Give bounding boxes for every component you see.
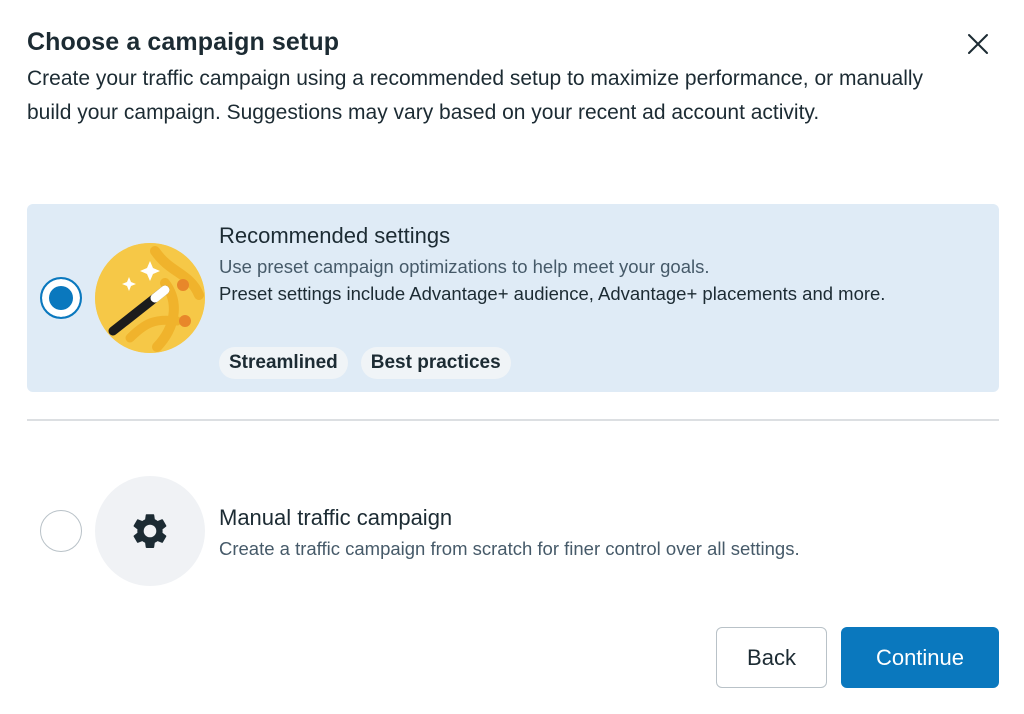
- close-icon: [968, 34, 988, 54]
- tag-best-practices: Best practices: [360, 347, 511, 379]
- option-title: Manual traffic campaign: [219, 505, 453, 530]
- back-button[interactable]: Back: [716, 627, 827, 688]
- gear-icon: [95, 476, 205, 586]
- dialog-description: Create your traffic campaign using a rec…: [27, 67, 924, 124]
- option-description: Use preset campaign optimizations to hel…: [219, 256, 710, 277]
- campaign-setup-dialog: Choose a campaign setup Create your traf…: [0, 0, 1024, 714]
- radio-manual-traffic-campaign[interactable]: [40, 510, 82, 552]
- radio-recommended-settings[interactable]: [40, 277, 82, 319]
- option-tags: Streamlined Best practices: [219, 347, 511, 379]
- continue-button[interactable]: Continue: [841, 627, 999, 688]
- close-button[interactable]: [960, 26, 996, 62]
- option-manual-traffic-campaign[interactable]: Manual traffic campaign Create a traffic…: [27, 466, 999, 596]
- tag-streamlined: Streamlined: [219, 347, 348, 379]
- divider: [27, 419, 999, 421]
- magic-wand-icon: [95, 243, 205, 353]
- option-title: Recommended settings: [219, 223, 451, 248]
- option-recommended-settings[interactable]: Recommended settings Use preset campaign…: [27, 204, 999, 392]
- dialog-title: Choose a campaign setup: [27, 28, 340, 56]
- option-details: Preset settings include Advantage+ audie…: [219, 283, 886, 304]
- option-description: Create a traffic campaign from scratch f…: [219, 538, 800, 559]
